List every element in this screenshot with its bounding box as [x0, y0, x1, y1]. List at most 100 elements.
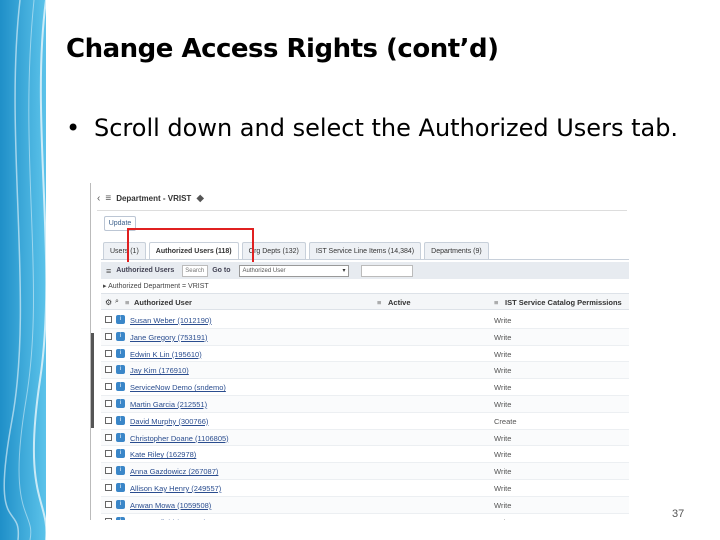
row-checkbox[interactable]: [105, 383, 112, 391]
breadcrumb[interactable]: ▸ Authorized Department = VRIST: [103, 282, 209, 290]
scrollbar-handle[interactable]: [91, 333, 94, 428]
user-link[interactable]: Anna Gazdowicz (267087): [130, 467, 218, 476]
chevron-down-icon: ▾: [342, 267, 346, 274]
table-row: i David Murphy (300766) Create: [101, 413, 629, 430]
table-body: i Susan Weber (1012190) Write i Jane Gregory…: [101, 312, 629, 520]
column-menu-icon[interactable]: ≡: [377, 298, 381, 307]
field-select[interactable]: Authorized User ▾: [238, 264, 349, 277]
search-field-select[interactable]: Search: [182, 264, 209, 277]
permission-value: Write: [494, 518, 511, 520]
row-checkbox[interactable]: [105, 450, 112, 458]
info-icon[interactable]: i: [116, 398, 125, 408]
info-icon[interactable]: i: [116, 516, 125, 520]
permission-value: Write: [494, 349, 512, 359]
decorative-side-band: [0, 0, 48, 540]
tab-departments[interactable]: Departments (9): [424, 242, 489, 259]
permission-value: Write: [494, 316, 512, 325]
column-ist-permissions[interactable]: IST Service Catalog Permissions: [505, 298, 622, 307]
info-icon[interactable]: i: [116, 466, 125, 476]
info-icon[interactable]: i: [116, 482, 125, 492]
column-menu-icon[interactable]: ≡: [494, 298, 498, 307]
permission-value: Write: [494, 433, 512, 443]
row-checkbox[interactable]: [105, 349, 112, 357]
user-link[interactable]: Jane Gregory (753191): [130, 333, 208, 342]
tab-ist-service-line-items[interactable]: IST Service Line Items (14,384): [308, 242, 422, 259]
info-icon[interactable]: i: [116, 365, 125, 375]
table-row: i ServiceNow Demo (sndemo) Write: [101, 379, 629, 396]
slide-title: Change Access Rights (cont’d): [66, 34, 499, 64]
user-link[interactable]: David Murphy (300766): [130, 417, 208, 426]
user-link[interactable]: Christopher Doane (1106805): [130, 434, 229, 443]
permission-value: Write: [494, 383, 512, 393]
user-link[interactable]: Susan Weber (1012190): [130, 316, 212, 325]
info-icon[interactable]: i: [116, 449, 125, 459]
user-link[interactable]: Kate Riley (162978): [130, 450, 196, 459]
table-row: i Susan Weber (1012190) Write: [101, 312, 629, 329]
column-active[interactable]: Active: [388, 298, 411, 307]
table-header: ⚙ ⌕ ≡ Authorized User ≡ Active ≡ IST Ser…: [101, 293, 629, 310]
table-row: i Anna Gazdowicz (267087) Write: [101, 463, 629, 480]
list-title: Authorized Users: [116, 267, 175, 274]
slide: Change Access Rights (cont’d) • Scroll d…: [0, 0, 720, 540]
permission-value: Write: [494, 450, 512, 460]
permission-value: Create: [494, 416, 517, 426]
info-icon[interactable]: i: [116, 382, 125, 392]
info-icon[interactable]: i: [116, 432, 125, 442]
bullet-marker: •: [66, 114, 81, 142]
bullet-text: Scroll down and select the Authorized Us…: [94, 114, 679, 142]
table-row: i Kate Riley (162978) Write: [101, 446, 629, 464]
row-checkbox[interactable]: [105, 332, 112, 340]
info-icon[interactable]: i: [116, 348, 125, 358]
column-menu-icon[interactable]: ≡: [125, 298, 129, 307]
user-link[interactable]: ServiceNow Demo (sndemo): [130, 383, 226, 392]
row-checkbox[interactable]: [105, 366, 112, 374]
permission-value: Write: [494, 332, 512, 342]
header-divider: [97, 210, 627, 211]
row-checkbox[interactable]: [105, 399, 112, 407]
hamburger-icon[interactable]: ≡: [105, 193, 111, 204]
column-authorized-user[interactable]: Authorized User: [134, 298, 192, 307]
record-title: Department - VRIST: [116, 193, 192, 203]
row-checkbox[interactable]: [105, 517, 112, 520]
user-link[interactable]: Allison Kay Henry (249557): [130, 484, 221, 493]
list-toolbar: ≡ Authorized Users Search Go to Authoriz…: [101, 262, 629, 279]
row-checkbox[interactable]: [105, 467, 112, 475]
chevron-left-icon[interactable]: ‹: [97, 193, 100, 204]
table-row: i Mary Hatfield (316950) Write: [101, 514, 629, 520]
table-row: i Martin Garcia (212551) Write: [101, 395, 629, 413]
hamburger-icon[interactable]: ≡: [106, 266, 111, 276]
permission-value: Write: [494, 399, 512, 409]
search-input[interactable]: [360, 264, 413, 277]
search-icon[interactable]: ⌕: [115, 298, 119, 306]
user-link[interactable]: Anwan Mowa (1059508): [130, 501, 211, 510]
user-link[interactable]: Martin Garcia (212551): [130, 400, 207, 409]
row-checkbox[interactable]: [105, 316, 112, 323]
embedded-screenshot: ‹ ≡ Department - VRIST ◆ Update Users (1…: [90, 183, 630, 520]
permission-value: Write: [494, 467, 512, 477]
row-checkbox[interactable]: [105, 483, 112, 491]
table-row: i Edwin K Lin (195610) Write: [101, 346, 629, 363]
table-row: i Allison Kay Henry (249557) Write: [101, 480, 629, 497]
info-icon[interactable]: i: [116, 315, 125, 324]
table-row: i Jay Kim (176910) Write: [101, 362, 629, 380]
table-row: i Anwan Mowa (1059508) Write: [101, 496, 629, 514]
user-link[interactable]: Mary Hatfield (316950): [130, 518, 206, 520]
info-icon[interactable]: i: [116, 331, 125, 341]
table-row: i Christopher Doane (1106805) Write: [101, 429, 629, 447]
bullet-item: • Scroll down and select the Authorized …: [66, 112, 686, 144]
gear-icon[interactable]: ⚙: [105, 298, 112, 307]
goto-label: Go to: [212, 267, 231, 274]
field-select-value: Authorized User: [242, 267, 286, 274]
user-link[interactable]: Edwin K Lin (195610): [130, 350, 202, 359]
row-checkbox[interactable]: [105, 416, 112, 424]
record-header: ‹ ≡ Department - VRIST ◆: [97, 191, 627, 205]
tag-icon[interactable]: ◆: [196, 193, 204, 204]
page-number: 37: [672, 508, 685, 520]
permission-value: Write: [494, 500, 512, 510]
user-link[interactable]: Jay Kim (176910): [130, 366, 189, 375]
table-row: i Jane Gregory (753191) Write: [101, 328, 629, 346]
row-checkbox[interactable]: [105, 500, 112, 508]
row-checkbox[interactable]: [105, 433, 112, 441]
info-icon[interactable]: i: [116, 415, 125, 425]
info-icon[interactable]: i: [116, 499, 125, 509]
